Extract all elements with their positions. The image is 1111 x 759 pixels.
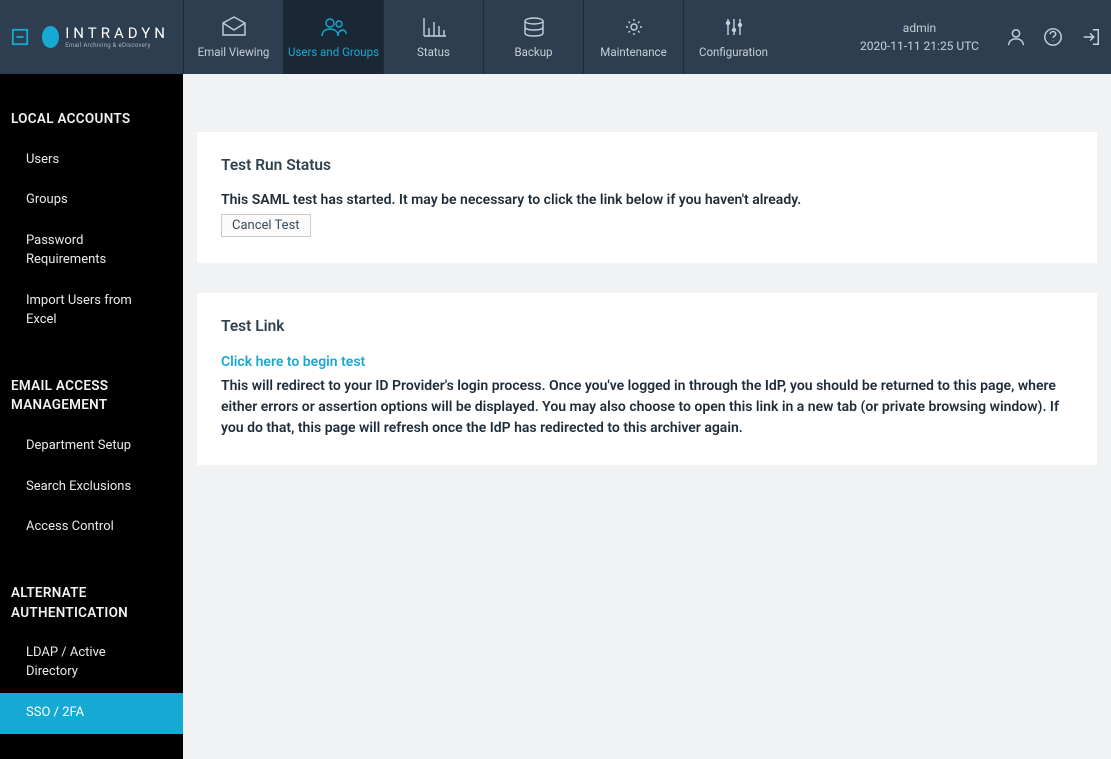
sidebar-section-alternate-auth: ALTERNATE AUTHENTICATION LDAP / Active D… xyxy=(0,548,183,734)
menu-toggle-button[interactable] xyxy=(0,0,40,74)
sidebar-item-import-users[interactable]: Import Users from Excel xyxy=(0,281,183,341)
section-header: ALTERNATE AUTHENTICATION xyxy=(0,576,183,633)
card-title: Test Run Status xyxy=(221,156,1073,174)
envelope-icon xyxy=(220,15,248,39)
nav-label: Maintenance xyxy=(600,45,666,59)
nav-configuration[interactable]: Configuration xyxy=(683,0,783,74)
person-icon xyxy=(1006,27,1026,47)
database-icon xyxy=(520,15,548,39)
nav-users-groups[interactable]: Users and Groups xyxy=(283,0,383,74)
main-content: Test Run Status This SAML test has start… xyxy=(183,74,1111,759)
sidebar-item-users[interactable]: Users xyxy=(0,140,183,181)
brand-logo[interactable]: INTRADYN Email Archiving & eDiscovery xyxy=(40,0,183,74)
sidebar: LOCAL ACCOUNTS Users Groups Password Req… xyxy=(0,74,183,759)
user-info: admin 2020-11-11 21:25 UTC xyxy=(842,0,997,74)
brand-name: INTRADYN xyxy=(65,26,169,41)
sliders-icon xyxy=(720,15,748,39)
sidebar-item-groups[interactable]: Groups xyxy=(0,180,183,221)
begin-test-link[interactable]: Click here to begin test xyxy=(221,354,365,370)
test-run-status-card: Test Run Status This SAML test has start… xyxy=(197,132,1097,263)
logout-button[interactable] xyxy=(1071,0,1111,74)
nav-label: Status xyxy=(417,45,450,59)
nav-backup[interactable]: Backup xyxy=(483,0,583,74)
nav-email-viewing[interactable]: Email Viewing xyxy=(183,0,283,74)
cancel-test-button[interactable]: Cancel Test xyxy=(221,214,311,237)
sidebar-section-local-accounts: LOCAL ACCOUNTS Users Groups Password Req… xyxy=(0,74,183,341)
gear-icon xyxy=(620,15,648,39)
sidebar-item-sso-2fa[interactable]: SSO / 2FA xyxy=(0,693,183,734)
sidebar-item-search-exclusions[interactable]: Search Exclusions xyxy=(0,467,183,508)
sidebar-item-access-control[interactable]: Access Control xyxy=(0,507,183,548)
logout-icon xyxy=(1081,27,1101,47)
help-icon xyxy=(1043,27,1063,47)
user-timestamp: 2020-11-11 21:25 UTC xyxy=(860,37,979,55)
nav-label: Backup xyxy=(514,45,552,59)
test-link-card: Test Link Click here to begin test This … xyxy=(197,293,1097,465)
card-title: Test Link xyxy=(221,317,1073,335)
sidebar-item-password-requirements[interactable]: Password Requirements xyxy=(0,221,183,281)
users-icon xyxy=(320,15,348,39)
chart-icon xyxy=(420,15,448,39)
user-name: admin xyxy=(903,19,936,37)
section-header: EMAIL ACCESS MANAGEMENT xyxy=(0,369,183,426)
nav-label: Email Viewing xyxy=(198,45,270,59)
collapse-icon xyxy=(11,28,29,46)
help-button[interactable] xyxy=(1034,0,1071,74)
nav-label: Configuration xyxy=(699,45,768,59)
brand-tagline: Email Archiving & eDiscovery xyxy=(65,43,169,49)
section-header: LOCAL ACCOUNTS xyxy=(0,102,183,140)
test-link-description: This will redirect to your ID Provider's… xyxy=(221,376,1073,439)
nav-label: Users and Groups xyxy=(288,45,379,59)
sidebar-item-ldap[interactable]: LDAP / Active Directory xyxy=(0,633,183,693)
nav-maintenance[interactable]: Maintenance xyxy=(583,0,683,74)
sidebar-item-department-setup[interactable]: Department Setup xyxy=(0,426,183,467)
nav-status[interactable]: Status xyxy=(383,0,483,74)
logo-circle-icon xyxy=(42,26,59,48)
profile-button[interactable] xyxy=(997,0,1034,74)
topbar: INTRADYN Email Archiving & eDiscovery Em… xyxy=(0,0,1111,74)
sidebar-section-email-access: EMAIL ACCESS MANAGEMENT Department Setup… xyxy=(0,341,183,549)
test-status-message: This SAML test has started. It may be ne… xyxy=(221,190,1073,210)
